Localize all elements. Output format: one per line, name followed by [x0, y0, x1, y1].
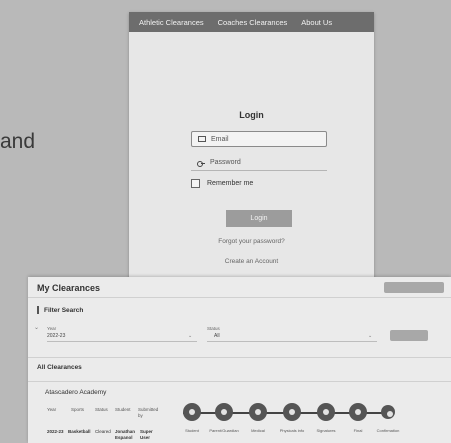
step-label-medical: Medical [251, 428, 265, 433]
email-placeholder: Email [211, 135, 229, 143]
password-field[interactable]: Password [191, 155, 327, 171]
status-label: Status [207, 326, 220, 331]
filter-title: Filter Search [44, 306, 84, 314]
top-navigation: Athletic Clearances Coaches Clearances A… [129, 12, 374, 32]
step-signatures-icon[interactable] [317, 403, 335, 421]
login-button[interactable]: Login [226, 210, 292, 227]
academy-name: Atascadero Academy [45, 389, 107, 396]
status-select[interactable]: All [214, 333, 220, 339]
step-confirmation-icon[interactable] [381, 405, 395, 419]
email-field[interactable]: Email [191, 131, 327, 147]
remember-me[interactable]: Remember me [191, 179, 253, 188]
column-student: Student [115, 407, 131, 412]
password-placeholder: Password [210, 159, 241, 166]
chevron-down-icon[interactable]: ⌄ [34, 324, 39, 331]
column-sports: Sports [71, 407, 85, 412]
cell-submitted-by: Super User [140, 429, 153, 440]
step-physicals-icon[interactable] [283, 403, 301, 421]
filter-search-header: Filter Search [37, 306, 83, 314]
step-label-parent: Parent/Guardian [209, 428, 239, 433]
step-label-signatures: Signatures [316, 428, 336, 433]
remember-checkbox[interactable] [191, 179, 200, 188]
year-select-underline [47, 341, 197, 342]
step-label-student: Student [185, 428, 199, 433]
page-title: My Clearances [37, 283, 101, 293]
new-clearance-button[interactable] [384, 282, 444, 293]
login-window: Athletic Clearances Coaches Clearances A… [129, 12, 374, 280]
divider [28, 297, 451, 298]
remember-label: Remember me [207, 180, 254, 187]
background-text: and [0, 130, 36, 153]
cell-sports: Basketball [68, 429, 91, 434]
step-label-physicals: Physicals info [279, 428, 305, 433]
filter-button[interactable] [390, 330, 428, 341]
create-account-link[interactable]: Create an Account [129, 258, 374, 265]
forgot-password-link[interactable]: Forgot your password? [129, 238, 374, 245]
divider [28, 381, 451, 382]
all-clearances-title: All Clearances [37, 364, 82, 371]
mail-icon [198, 136, 206, 142]
column-status: Status [95, 407, 108, 412]
step-parent-icon[interactable] [215, 403, 233, 421]
login-title: Login [239, 110, 264, 120]
step-final-icon[interactable] [349, 403, 367, 421]
clearances-dashboard: My Clearances Filter Search ⌄ Year 2022-… [28, 277, 451, 443]
status-select-underline [207, 341, 377, 342]
year-chevron-icon[interactable]: ⌄ [188, 333, 192, 339]
step-label-confirmation: Confirmation [376, 428, 400, 433]
filter-accent-bar [37, 306, 39, 314]
year-label: Year [47, 326, 57, 331]
year-select[interactable]: 2022-23 [47, 333, 65, 339]
column-year: Year [47, 407, 57, 412]
nav-item-coaches-clearances[interactable]: Coaches Clearances [218, 18, 288, 27]
nav-item-about-us[interactable]: About Us [301, 18, 332, 27]
cell-status: Cleared [95, 429, 111, 434]
step-medical-icon[interactable] [249, 403, 267, 421]
cell-year: 2022-23 [47, 429, 64, 434]
key-icon [197, 159, 205, 167]
column-submitted-by: Submitted by [138, 407, 159, 418]
step-label-final: Final [353, 428, 363, 433]
step-student-icon[interactable] [183, 403, 201, 421]
nav-item-athletic-clearances[interactable]: Athletic Clearances [139, 18, 204, 27]
divider [28, 357, 451, 358]
status-chevron-icon[interactable]: ⌄ [368, 333, 372, 339]
cell-student[interactable]: Jonathan Espanol [115, 429, 137, 441]
